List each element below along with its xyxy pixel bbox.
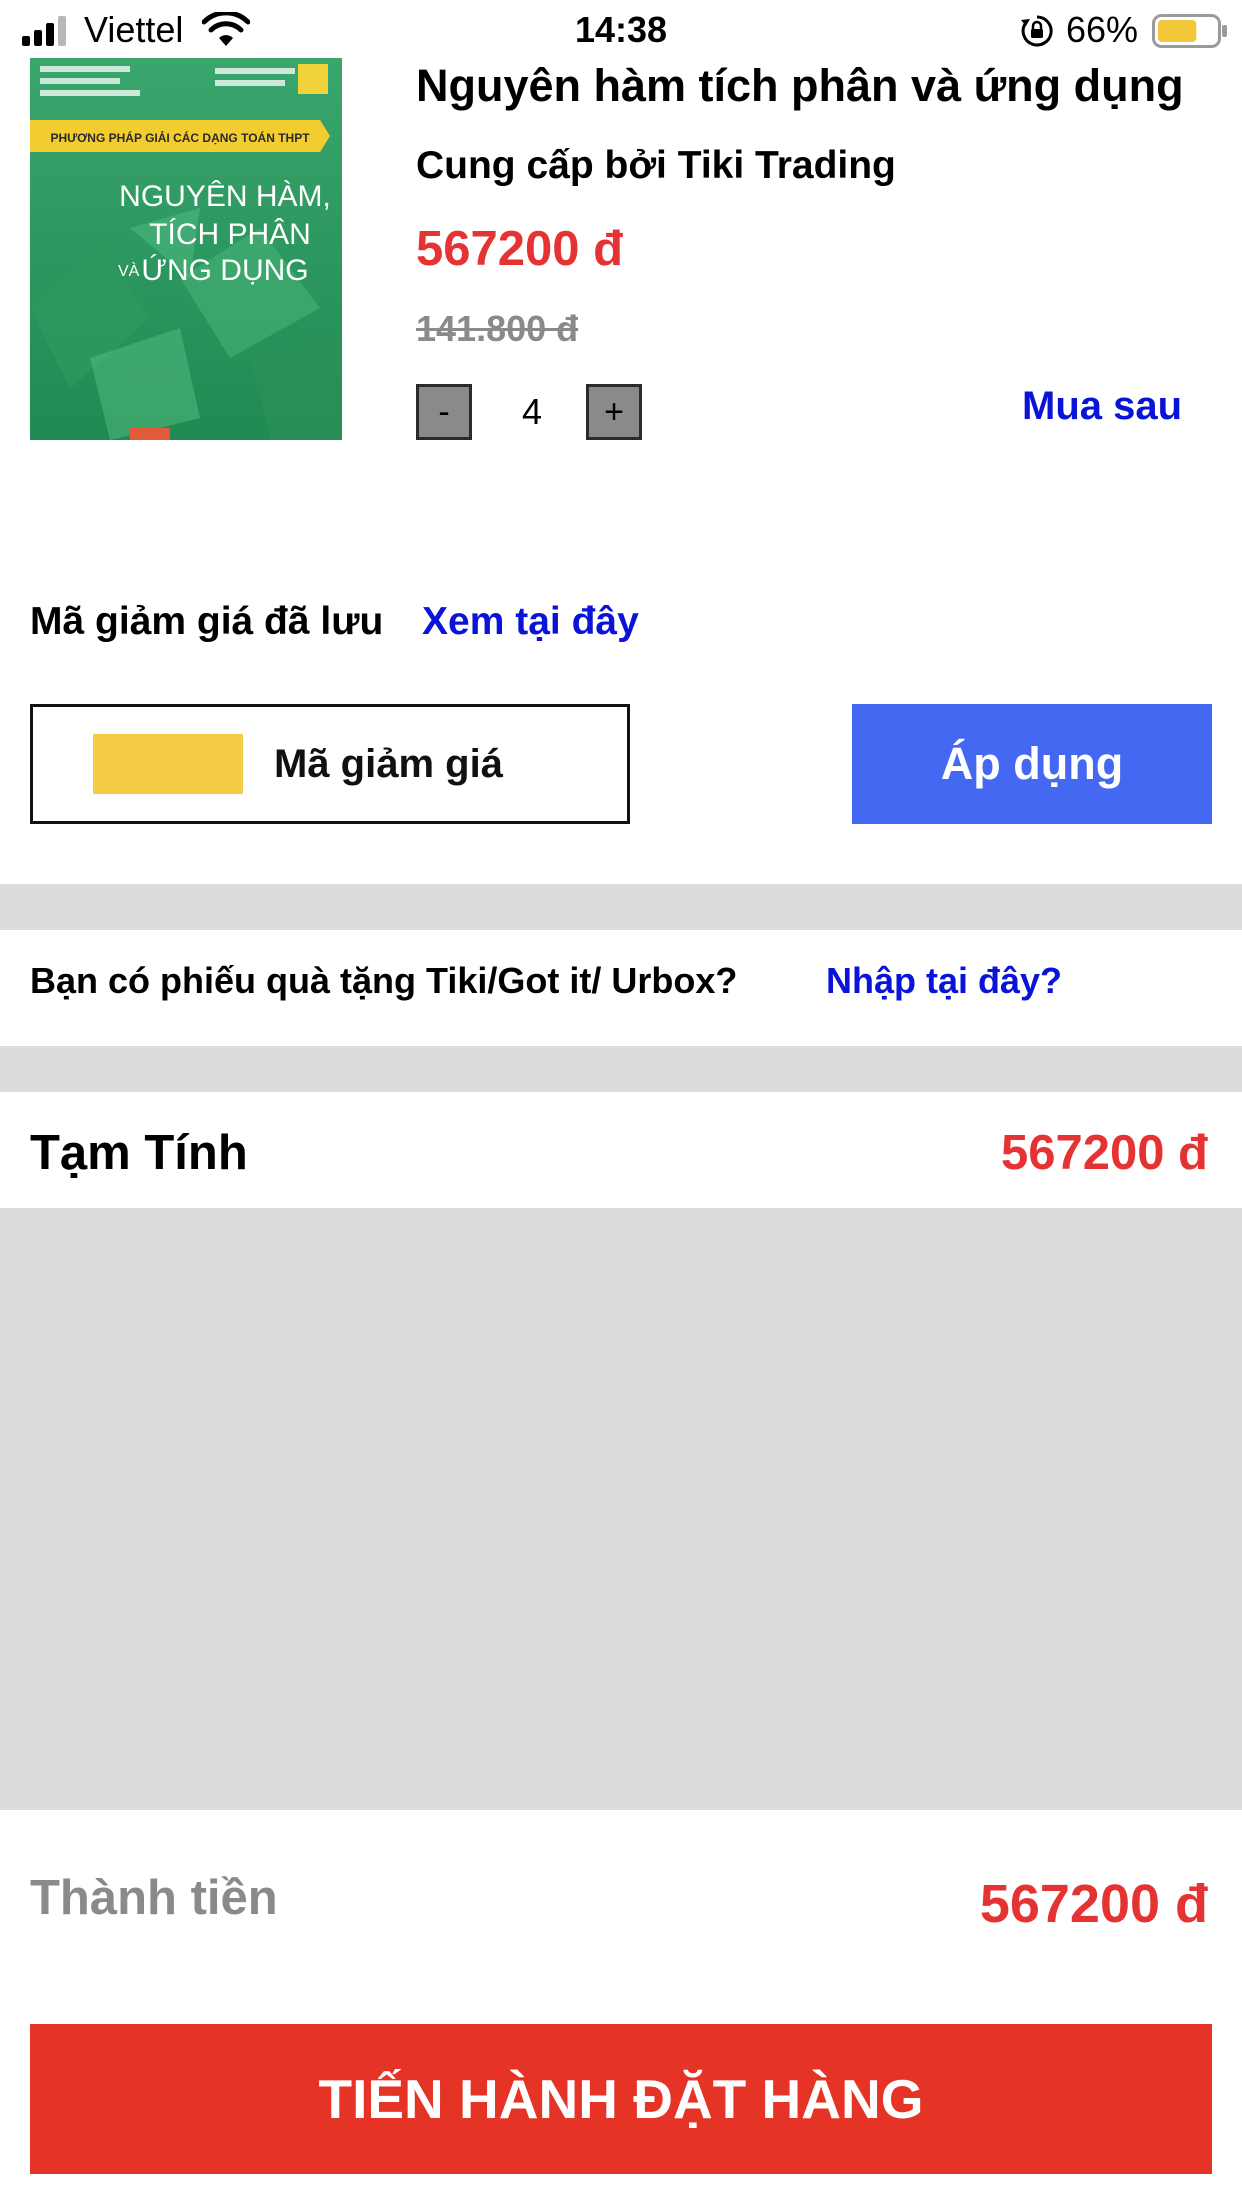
coupon-icon bbox=[93, 734, 243, 794]
clock: 14:38 bbox=[574, 9, 668, 50]
buy-later-link[interactable]: Mua sau bbox=[1022, 380, 1182, 432]
apply-coupon-button[interactable]: Áp dụng bbox=[852, 704, 1212, 824]
saved-coupons-label: Mã giảm giá đã lưu bbox=[30, 600, 384, 643]
quantity-value: 4 bbox=[521, 391, 543, 432]
checkout-button[interactable]: TIẾN HÀNH ĐẶT HÀNG bbox=[30, 2024, 1212, 2174]
battery-icon bbox=[1152, 14, 1227, 48]
gift-voucher-question: Bạn có phiếu quà tặng Tiki/Got it/ Urbox… bbox=[30, 960, 738, 1001]
product-title[interactable]: Nguyên hàm tích phân và ứng dụng bbox=[416, 56, 1184, 116]
cover-series: PHƯƠNG PHÁP GIẢI CÁC DẠNG TOÁN THPT bbox=[50, 130, 310, 145]
product-seller: Cung cấp bởi Tiki Trading bbox=[416, 144, 896, 187]
section-divider bbox=[0, 884, 1242, 930]
gift-voucher-link[interactable]: Nhập tại đây? bbox=[826, 956, 1062, 1006]
product-original-price: 141.800 đ bbox=[416, 308, 579, 349]
cover-title-line-3: ỨNG DỤNG bbox=[141, 254, 308, 287]
empty-content-area bbox=[0, 1208, 1242, 1810]
cover-title-line-1: NGUYÊN HÀM, bbox=[119, 180, 331, 213]
book-cover-art: PHƯƠNG PHÁP GIẢI CÁC DẠNG TOÁN THPT NGUY… bbox=[30, 58, 342, 440]
quantity-increase-button[interactable]: + bbox=[586, 384, 642, 440]
status-bar: Viettel 14:38 66% bbox=[0, 0, 1242, 60]
coupon-input-placeholder: Mã giảm giá bbox=[274, 742, 503, 786]
total-value: 567200 đ bbox=[979, 1874, 1208, 1934]
product-price: 567200 đ bbox=[416, 222, 624, 276]
saved-coupons-link[interactable]: Xem tại đây bbox=[422, 596, 639, 648]
battery-percentage: 66% bbox=[1066, 9, 1139, 50]
cover-title-small: VÀ bbox=[118, 261, 140, 280]
subtotal-value: 567200 đ bbox=[1000, 1126, 1208, 1180]
subtotal-label: Tạm Tính bbox=[30, 1126, 248, 1180]
section-divider bbox=[0, 1046, 1242, 1092]
orientation-lock-icon bbox=[1021, 15, 1053, 47]
cover-title-line-2: TÍCH PHÂN bbox=[149, 218, 311, 251]
book-cover-image[interactable]: PHƯƠNG PHÁP GIẢI CÁC DẠNG TOÁN THPT NGUY… bbox=[30, 58, 342, 440]
total-label: Thành tiền bbox=[30, 1871, 278, 1925]
quantity-decrease-button[interactable]: - bbox=[416, 384, 472, 440]
